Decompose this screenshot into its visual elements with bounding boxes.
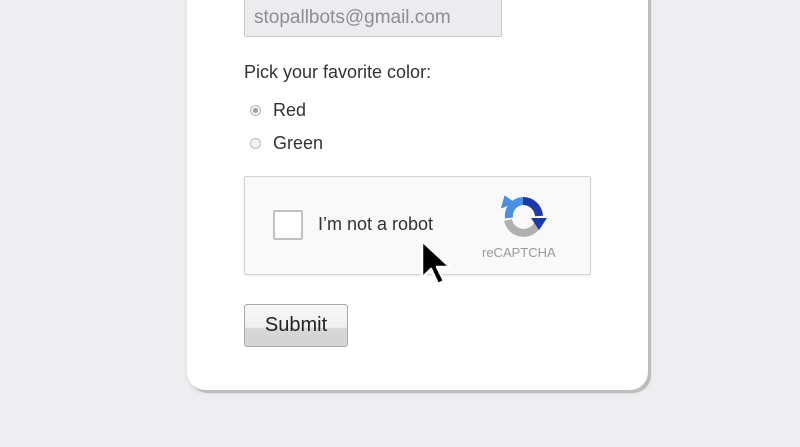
submit-button[interactable]: Submit — [244, 304, 348, 347]
recaptcha-label: I’m not a robot — [318, 214, 434, 234]
page: stopallbots@gmail.com Pick your favorite… — [0, 0, 800, 447]
email-field[interactable]: stopallbots@gmail.com — [244, 0, 502, 37]
radio-red[interactable] — [250, 105, 261, 116]
recaptcha-brand: reCAPTCHA — [482, 245, 556, 260]
mouse-pointer-icon — [420, 239, 452, 286]
recaptcha-logo-icon — [500, 195, 547, 237]
recaptcha-widget: I’m not a robot reCAPTCHA — [244, 176, 591, 275]
color-question-label: Pick your favorite color: — [244, 62, 432, 82]
radio-green[interactable] — [250, 138, 261, 149]
radio-red-label: Red — [273, 100, 307, 120]
radio-option-green[interactable]: Green — [250, 133, 323, 154]
recaptcha-checkbox[interactable] — [273, 210, 303, 240]
radio-green-label: Green — [273, 133, 324, 153]
radio-option-red[interactable]: Red — [250, 100, 306, 121]
